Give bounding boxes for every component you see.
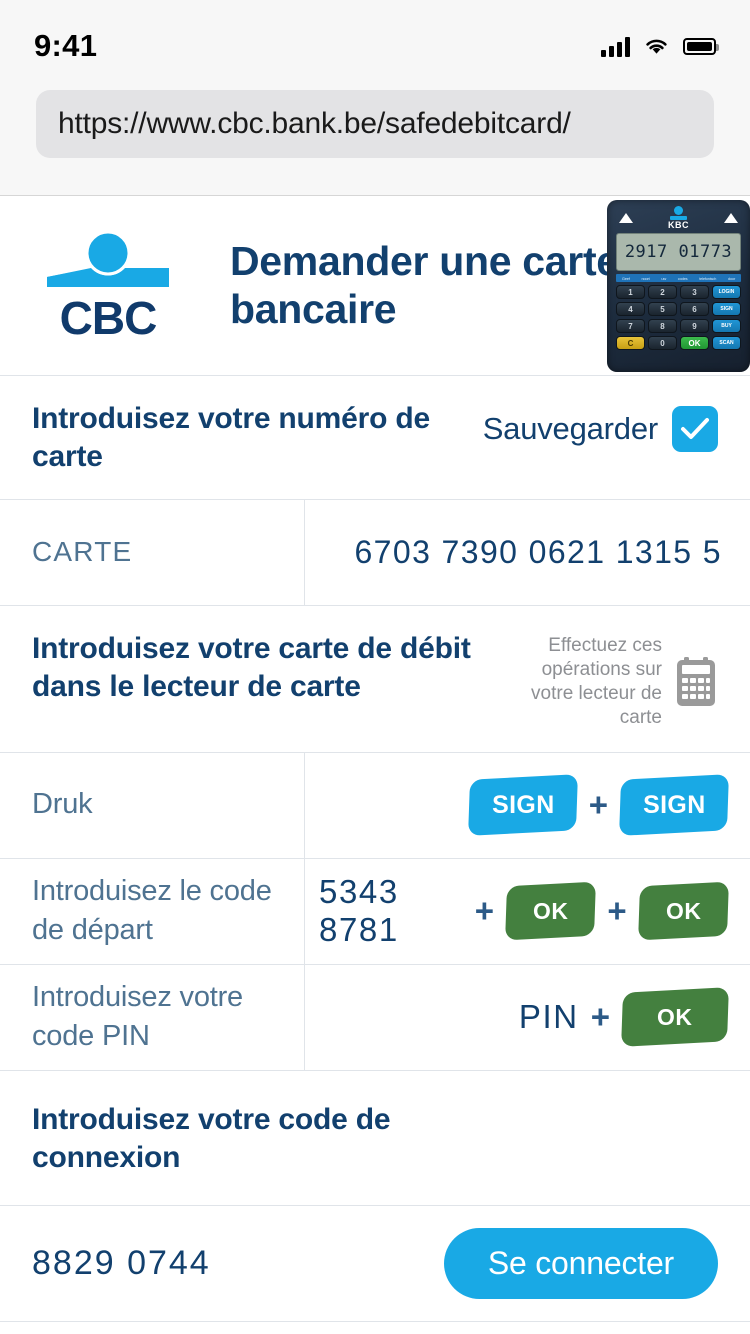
status-bar-icons (601, 36, 719, 57)
reader-lcd-text: 2917 01773 (624, 242, 733, 262)
card-number-value[interactable]: 6703 7390 0621 1315 5 (354, 534, 728, 571)
cbc-logo-text: CBC (59, 291, 158, 344)
sign-key-1-label: SIGN (491, 790, 554, 819)
checkmark-icon (681, 418, 709, 439)
card-reader-image: KBC 2917 01773 Geef noort uw codes telef… (607, 200, 750, 372)
reader-key-sign: SIGN (712, 302, 741, 316)
ok-key-2-label: OK (665, 897, 702, 924)
ok-key-1: OK (505, 881, 597, 941)
reader-keypad: 1 2 3 LOGIN 4 5 6 SIGN 7 8 9 BUY C 0 OK … (616, 285, 741, 350)
card-number-section-title: Introduisez votre numéro de carte (32, 402, 430, 474)
card-number-label: CARTE (0, 499, 305, 605)
ok-key-1-label: OK (532, 897, 569, 924)
plus-symbol: + (590, 998, 610, 1036)
ok-key-3-label: OK (657, 1003, 693, 1030)
url-input[interactable]: https://www.cbc.bank.be/safedebitcard/ (58, 107, 571, 141)
reader-key: 6 (680, 302, 709, 316)
reader-label-strip: Geef noort uw codes telefonisch door (616, 274, 741, 282)
plus-symbol: + (607, 892, 627, 930)
reader-step-startcode-value: 5343 8781 + OK + OK (305, 859, 750, 964)
triangle-left-icon (619, 213, 633, 223)
reader-key: 9 (680, 319, 709, 333)
login-code-value[interactable]: 8829 0744 (32, 1244, 211, 1283)
reader-lcd-display: 2917 01773 (616, 233, 741, 271)
reader-step-druk-value: SIGN + SIGN (305, 753, 750, 858)
connect-button[interactable]: Se connecter (443, 1228, 718, 1300)
card-reader-icon (677, 656, 715, 706)
card-number-section-header: Introduisez votre numéro de carte Sauveg… (0, 376, 750, 500)
reader-section-header: Introduisez votre carte de débit dans le… (0, 606, 750, 753)
reader-top-row: KBC (616, 206, 741, 230)
reader-step-druk-row: Druk SIGN + SIGN (0, 752, 750, 859)
card-number-row[interactable]: CARTE 6703 7390 0621 1315 5 (0, 499, 750, 606)
reader-step-druk-label: Druk (0, 752, 305, 858)
sign-key-2: SIGN (619, 774, 729, 836)
save-card-toggle[interactable]: Sauvegarder (483, 400, 718, 452)
cellular-signal-icon (601, 36, 630, 57)
browser-chrome: 9:41 https://www.cbc.bank.be/safedebitca… (0, 0, 750, 196)
reader-strip-3: codes (677, 275, 688, 281)
reader-hint: Effectuez ces opérations sur votre lecte… (502, 630, 718, 730)
reader-step-startcode-label: Introduisez le code de départ (0, 858, 305, 964)
reader-key-login: LOGIN (712, 285, 741, 299)
reader-strip-2: uw (661, 275, 667, 281)
reader-step-pin-value: PIN + OK (305, 965, 750, 1070)
reader-section-title: Introduisez votre carte de débit dans le… (32, 631, 471, 704)
battery-icon (683, 37, 719, 55)
reader-brand-text: KBC (668, 220, 689, 230)
reader-step-pin-row: Introduisez votre code PIN PIN + OK (0, 964, 750, 1071)
reader-key-ok: OK (680, 336, 709, 350)
reader-key: 2 (648, 285, 677, 299)
reader-key: 3 (680, 285, 709, 299)
reader-strip-1: noort (641, 275, 650, 281)
reader-strip-0: Geef (621, 275, 630, 281)
reader-step-pin-label: Introduisez votre code PIN (0, 964, 305, 1070)
reader-key: 0 (648, 336, 677, 350)
pin-placeholder-text: PIN (518, 998, 579, 1036)
reader-key-clear: C (616, 336, 645, 350)
ok-key-2: OK (637, 881, 729, 941)
login-section-title: Introduisez votre code de connexion (32, 1102, 391, 1174)
cbc-logo: CBC (0, 230, 200, 344)
login-code-row: 8829 0744 Se connecter (0, 1206, 750, 1323)
reader-key: 5 (648, 302, 677, 316)
login-section-header: Introduisez votre code de connexion (0, 1071, 750, 1207)
reader-key-scan: SCAN (712, 336, 741, 350)
site-banner: CBC Demander une carte bancaire KBC 2917… (0, 196, 750, 376)
page-content: CBC Demander une carte bancaire KBC 2917… (0, 196, 750, 1323)
status-bar-time: 9:41 (34, 28, 98, 63)
save-card-checkbox[interactable] (672, 406, 718, 452)
reader-strip-4: telefonisch (699, 275, 717, 281)
wifi-icon (646, 39, 667, 54)
reader-key: 4 (616, 302, 645, 316)
ok-key-3: OK (621, 987, 729, 1047)
status-bar: 9:41 (0, 0, 750, 78)
reader-key: 7 (616, 319, 645, 333)
triangle-right-icon (724, 213, 738, 223)
start-code-value: 5343 8781 (319, 873, 399, 949)
plus-symbol: + (474, 892, 494, 930)
reader-strip-5: door (727, 275, 736, 281)
reader-key-buy: BUY (712, 319, 741, 333)
sign-key-1: SIGN (467, 774, 578, 836)
reader-brand: KBC (668, 206, 689, 230)
cbc-person-logo-icon (47, 230, 169, 287)
plus-symbol: + (588, 786, 608, 824)
reader-hint-text: Effectuez ces opérations sur votre lecte… (531, 634, 662, 728)
sign-key-2-label: SIGN (642, 790, 706, 819)
reader-step-startcode-row: Introduisez le code de départ 5343 8781 … (0, 858, 750, 965)
reader-key: 8 (648, 319, 677, 333)
save-card-label: Sauvegarder (482, 411, 659, 446)
card-number-value-cell[interactable]: 6703 7390 0621 1315 5 (305, 500, 750, 605)
url-bar[interactable]: https://www.cbc.bank.be/safedebitcard/ (36, 90, 714, 158)
reader-key: 1 (616, 285, 645, 299)
